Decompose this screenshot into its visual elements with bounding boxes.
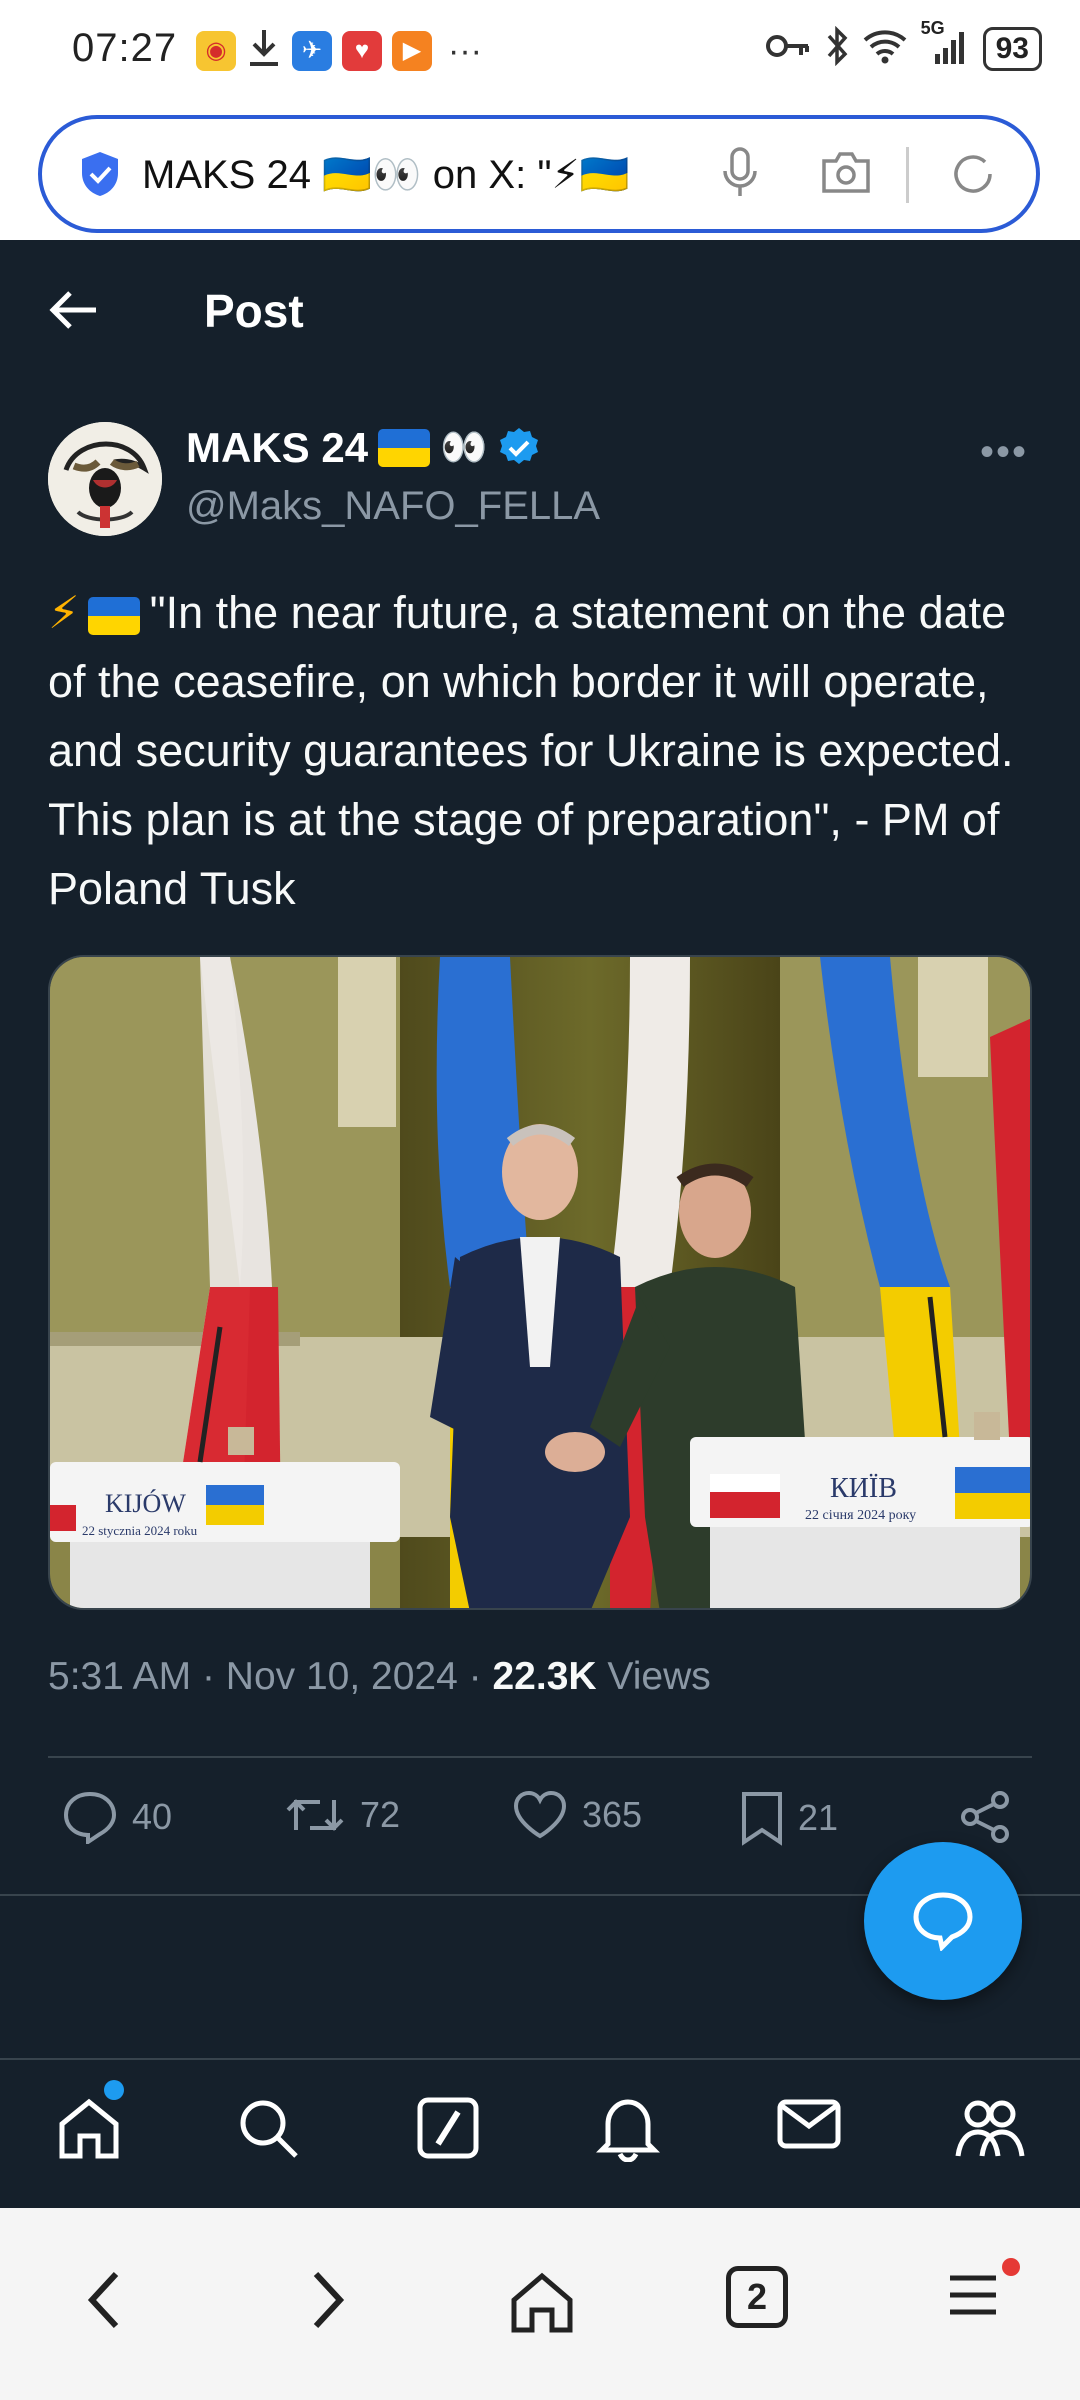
address-divider: [906, 147, 909, 203]
bird-app-icon: ✈: [292, 30, 332, 71]
left-podium-date: 22 stycznia 2024 roku: [82, 1523, 198, 1538]
battery-indicator: 93: [982, 26, 1042, 71]
post-header: Post: [0, 240, 1080, 390]
signal-icon: 5G: [921, 18, 969, 71]
compose-button[interactable]: [864, 1842, 1022, 2000]
security-shield-icon: [82, 152, 118, 196]
ukraine-flag-icon: [87, 597, 140, 636]
tweet-time: 5:31 AM: [48, 1655, 192, 1698]
avatar[interactable]: [48, 422, 162, 536]
messages-icon[interactable]: [776, 2096, 842, 2152]
reload-icon[interactable]: [948, 149, 998, 199]
download-icon: [246, 28, 282, 73]
share-button[interactable]: [958, 1790, 1012, 1844]
author-display-name[interactable]: MAKS 24: [186, 424, 368, 472]
page-title: Post: [204, 285, 304, 337]
key-icon: [765, 31, 811, 66]
bluetooth-icon: [825, 25, 849, 71]
status-bar: 07:27 ◉ ✈ ♥ ▶ ··· 5G 93: [0, 0, 1080, 105]
views-label: Views: [607, 1655, 711, 1698]
browser-forward-icon[interactable]: [308, 2270, 348, 2330]
status-notification-icons: ◉ ✈ ♥ ▶ ···: [196, 28, 482, 73]
weibo-app-icon: ◉: [196, 30, 236, 71]
share-icon: [961, 1791, 1009, 1843]
status-system-icons: 5G 93: [765, 18, 1042, 71]
eyes-emoji-icon: 👀: [440, 427, 488, 469]
home-unread-dot: [104, 2080, 124, 2100]
left-podium-city: KIJÓW: [105, 1489, 186, 1518]
divider: [48, 1756, 1032, 1758]
bottom-tab-bar: [0, 2060, 1080, 2208]
wifi-icon: [863, 28, 907, 69]
like-count: 365: [582, 1794, 643, 1835]
compose-icon: [913, 1892, 973, 1951]
tweet-photo[interactable]: KIJÓW 22 stycznia 2024 roku КИЇВ 22 січн…: [48, 955, 1032, 1610]
reply-button[interactable]: 40: [62, 1790, 172, 1844]
camera-icon[interactable]: [820, 149, 872, 195]
reply-count: 40: [132, 1796, 173, 1837]
meta-separator: ·: [201, 1655, 215, 1698]
views-count[interactable]: 22.3K: [492, 1655, 596, 1698]
network-type: 5G: [920, 18, 945, 38]
notifications-icon[interactable]: [596, 2096, 660, 2162]
home-icon[interactable]: [56, 2096, 122, 2162]
browser-toolbar: 2: [0, 2208, 1080, 2400]
microphone-icon[interactable]: [722, 145, 758, 201]
browser-menu-icon[interactable]: [948, 2270, 998, 2320]
status-overflow: ···: [448, 31, 482, 70]
back-arrow-icon[interactable]: [48, 288, 100, 332]
search-icon[interactable]: [236, 2096, 300, 2160]
browser-home-icon[interactable]: [508, 2270, 576, 2334]
tweet-body: "In the near future, a statement on the …: [48, 587, 1014, 914]
status-time: 07:27: [72, 26, 178, 70]
repost-button[interactable]: 72: [284, 1790, 400, 1840]
menu-notification-dot: [1002, 2258, 1020, 2276]
right-podium-date: 22 січня 2024 року: [805, 1508, 916, 1523]
more-icon[interactable]: •••: [980, 430, 1028, 475]
browser-address-area: MAKS 24 🇺🇦👀 on X: "⚡🇺🇦: [0, 105, 1080, 240]
grok-icon[interactable]: [416, 2096, 480, 2160]
meta-separator: ·: [468, 1655, 482, 1698]
reply-icon: [63, 1791, 117, 1844]
right-podium-city: КИЇВ: [830, 1473, 897, 1504]
tweet-date: Nov 10, 2024: [225, 1655, 458, 1698]
ukraine-flag-icon: [378, 429, 431, 467]
repost-icon: [286, 1799, 344, 1831]
verified-badge-icon: [500, 428, 539, 464]
author-handle[interactable]: @Maks_NAFO_FELLA: [186, 484, 600, 529]
lightning-emoji: ⚡: [48, 587, 80, 638]
heart-app-icon: ♥: [342, 30, 382, 71]
browser-back-icon[interactable]: [84, 2270, 124, 2330]
repost-count: 72: [360, 1794, 401, 1835]
like-icon: [513, 1790, 567, 1839]
author-name-row[interactable]: MAKS 24 👀: [186, 424, 541, 472]
like-button[interactable]: 365: [512, 1790, 642, 1840]
communities-icon[interactable]: [954, 2096, 1026, 2162]
bookmark-button[interactable]: 21: [740, 1790, 838, 1846]
video-app-icon: ▶: [392, 30, 432, 71]
address-text[interactable]: MAKS 24 🇺🇦👀 on X: "⚡🇺🇦: [142, 151, 702, 198]
bookmark-icon: [742, 1792, 782, 1846]
browser-tabs-button[interactable]: 2: [726, 2266, 788, 2328]
tweet-meta: 5:31 AM · Nov 10, 2024 · 22.3K Views: [48, 1655, 711, 1699]
tweet-text: ⚡ "In the near future, a statement on the…: [48, 578, 1038, 923]
address-bar[interactable]: MAKS 24 🇺🇦👀 on X: "⚡🇺🇦: [38, 115, 1040, 233]
bookmark-count: 21: [798, 1797, 839, 1838]
